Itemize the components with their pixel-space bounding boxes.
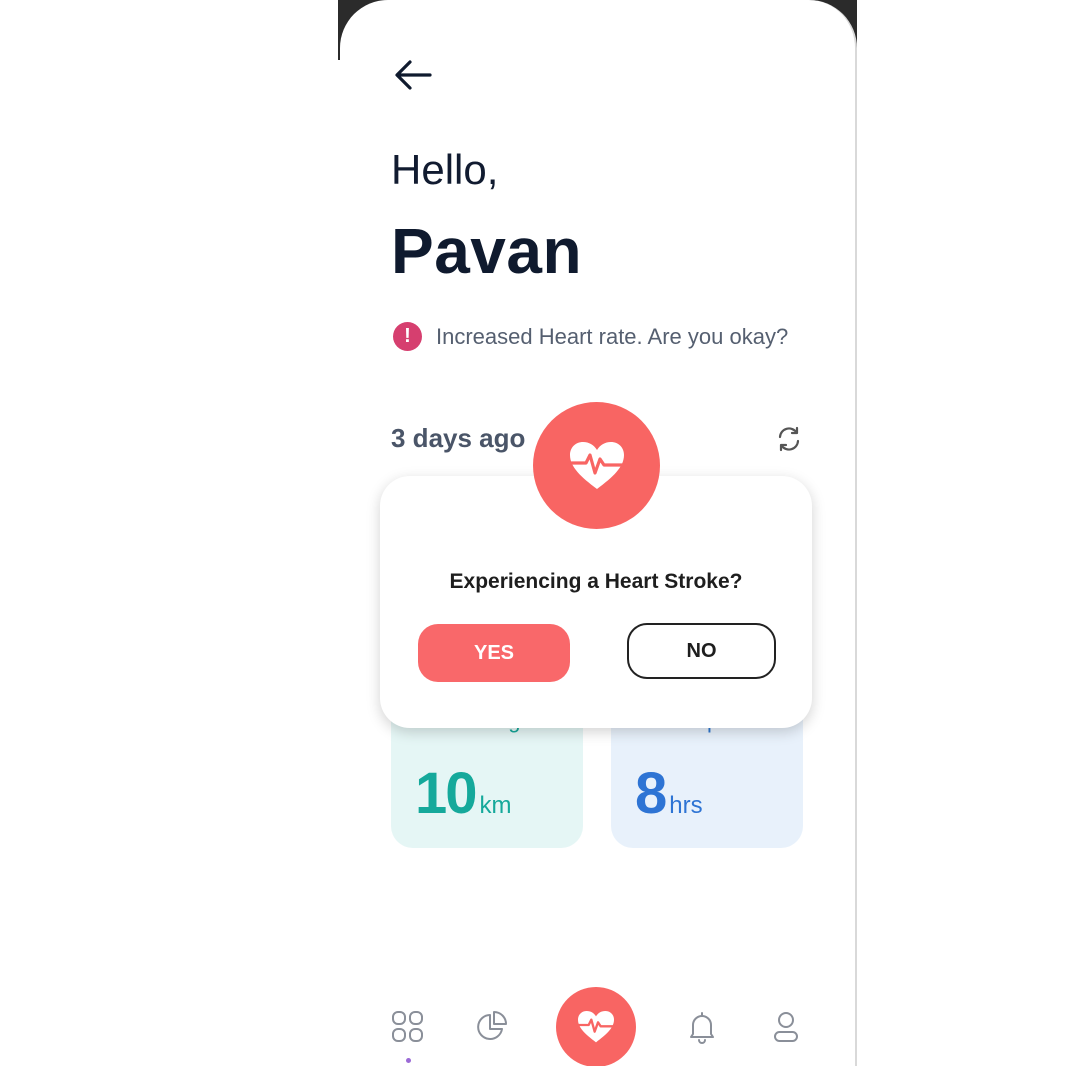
sleep-number: 8 (635, 761, 667, 826)
nav-active-indicator (406, 1058, 411, 1063)
pie-chart-icon (477, 1011, 507, 1040)
sleep-unit: hrs (669, 792, 703, 819)
heart-pulse-icon (568, 441, 625, 489)
yes-button[interactable]: YES (418, 624, 570, 682)
arrow-left-icon (395, 60, 432, 90)
dialog-title: Experiencing a Heart Stroke? (449, 570, 743, 593)
refresh-button[interactable] (772, 422, 806, 456)
bell-icon (690, 1012, 714, 1044)
back-button[interactable] (390, 54, 436, 96)
nav-profile[interactable] (768, 1009, 804, 1045)
greeting-hello: Hello, (391, 146, 499, 193)
heart-rate-alert: ! Increased Heart rate. Are you okay? (393, 322, 788, 351)
history-label: 3 days ago (391, 423, 526, 453)
nav-notifications[interactable] (684, 1009, 720, 1045)
grid-icon (392, 1011, 423, 1042)
refresh-icon (778, 426, 800, 452)
nav-stats[interactable] (474, 1009, 510, 1045)
user-name: Pavan (391, 215, 583, 287)
walking-value: 10 km (415, 760, 512, 827)
walking-number: 10 (415, 761, 477, 826)
heart-pulse-icon (577, 1011, 615, 1043)
no-button[interactable]: NO (627, 623, 776, 679)
sleep-value: 8 hrs (635, 760, 703, 827)
user-icon (774, 1012, 798, 1042)
exclamation-icon: ! (393, 322, 422, 351)
walking-unit: km (479, 792, 512, 819)
phone-screen: Hello, Pavan ! Increased Heart rate. Are… (340, 0, 857, 1066)
nav-home[interactable] (390, 1009, 426, 1045)
alert-text: Increased Heart rate. Are you okay? (436, 323, 789, 349)
nav-heart[interactable] (556, 987, 636, 1066)
bottom-nav (340, 985, 855, 1066)
dialog-heart-badge (533, 402, 660, 529)
